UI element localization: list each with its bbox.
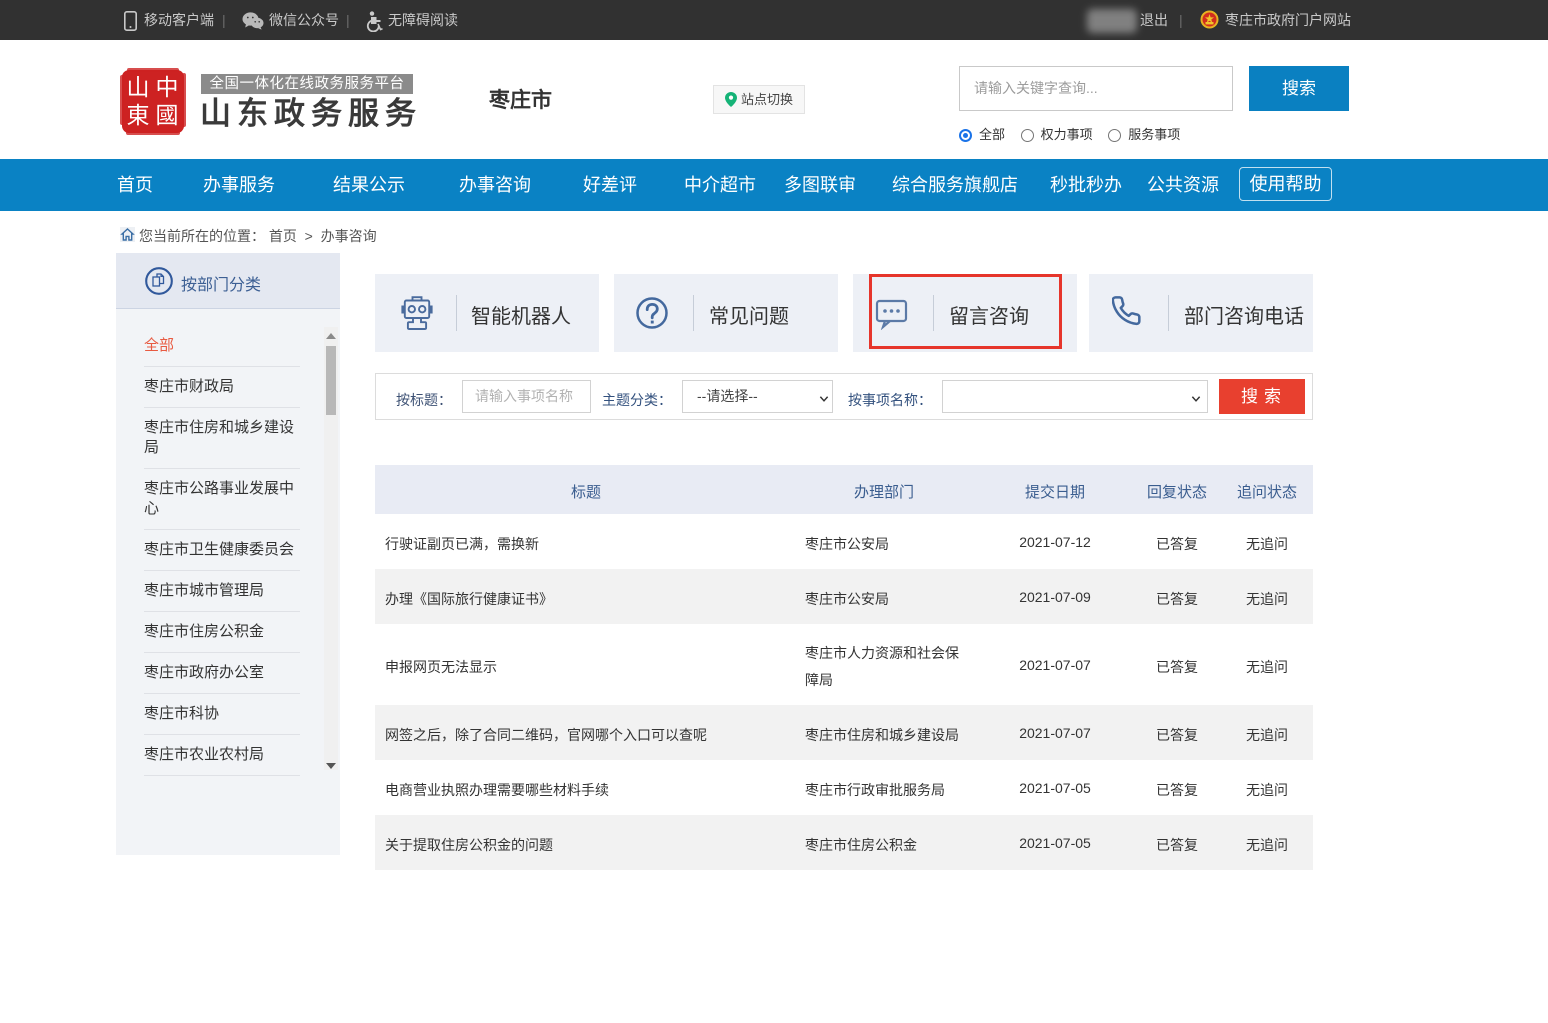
svg-text:東: 東 — [127, 103, 150, 128]
svg-text:國: 國 — [156, 103, 179, 128]
svg-text:山: 山 — [127, 75, 150, 100]
svg-text:中: 中 — [156, 75, 179, 100]
